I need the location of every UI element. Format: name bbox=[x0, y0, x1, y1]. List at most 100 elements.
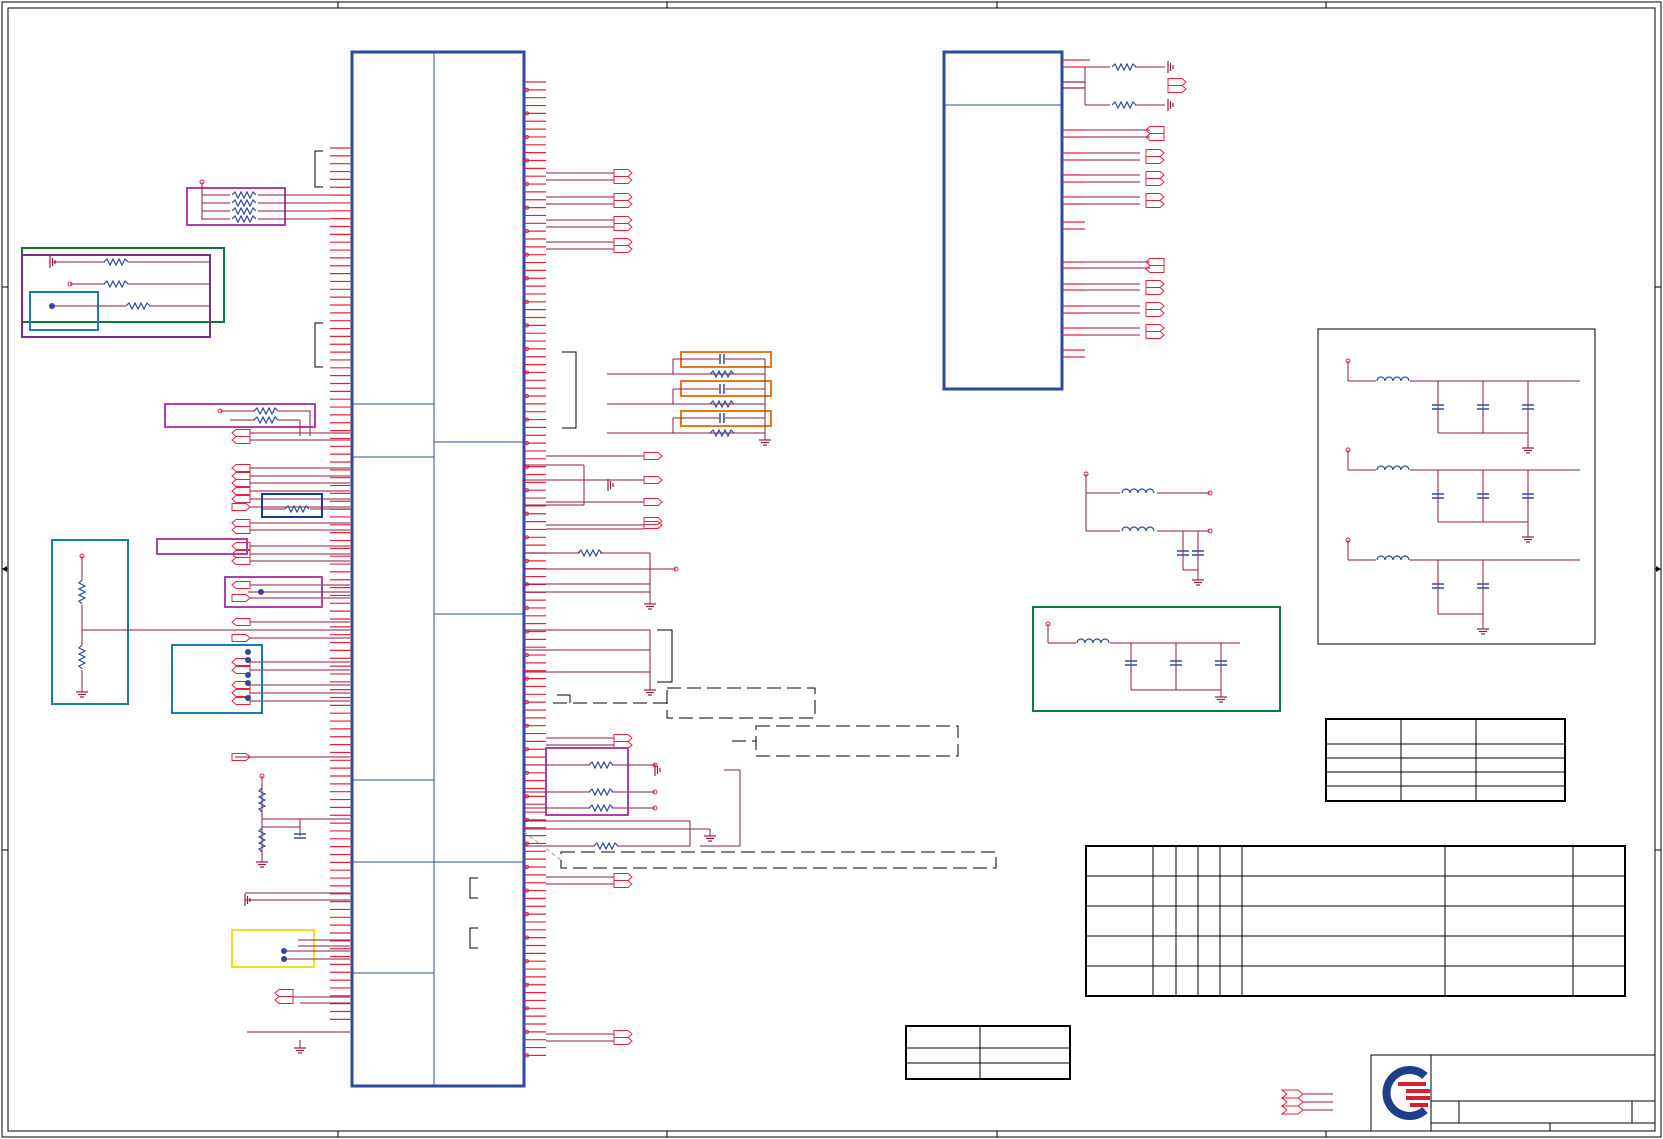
termination-resistors bbox=[524, 747, 661, 816]
offpage-connector bbox=[643, 452, 663, 460]
offpage-connector bbox=[1145, 280, 1165, 295]
power-filter-rows bbox=[1345, 358, 1580, 635]
ic-pin bbox=[524, 605, 546, 611]
ic-pin bbox=[524, 747, 546, 752]
lc-filter-row bbox=[1345, 447, 1580, 543]
resistor bbox=[231, 214, 257, 224]
lc-filter-row bbox=[1345, 358, 1580, 454]
offpage-connector bbox=[1145, 149, 1165, 164]
offpage-connector bbox=[613, 169, 633, 184]
revision-table-small bbox=[1325, 718, 1566, 802]
offpage-connector bbox=[231, 472, 251, 480]
capacitor bbox=[719, 413, 725, 423]
offpage-connector bbox=[643, 476, 663, 484]
resistor bbox=[1111, 100, 1137, 110]
ic-pin bbox=[524, 535, 546, 540]
ground-symbol bbox=[76, 691, 88, 698]
bypass-cap-group bbox=[607, 351, 772, 446]
resistor-array-group bbox=[186, 179, 330, 226]
lc-filter-row bbox=[1345, 537, 1580, 635]
resistor bbox=[577, 548, 603, 558]
offpage-connector bbox=[231, 503, 251, 511]
offpage-connector bbox=[613, 734, 633, 749]
company-logo bbox=[1382, 1066, 1430, 1120]
ic-pin bbox=[524, 464, 546, 469]
ic-pin bbox=[524, 1029, 546, 1034]
offpage-connector bbox=[274, 989, 294, 1004]
ground-symbol bbox=[256, 861, 268, 868]
resistor bbox=[588, 760, 614, 770]
power-filter-group bbox=[1032, 606, 1281, 712]
ground-symbol bbox=[644, 689, 656, 696]
lc-filter bbox=[1083, 471, 1213, 586]
offpage-connector bbox=[613, 238, 633, 253]
ic-pin bbox=[524, 723, 546, 728]
ic-pin bbox=[524, 441, 546, 446]
net-wires-right bbox=[524, 464, 741, 847]
capacitor bbox=[719, 354, 725, 364]
ic-pin bbox=[524, 323, 546, 328]
ic-pin bbox=[524, 935, 546, 940]
ic-pin bbox=[524, 252, 546, 257]
offpage-connector bbox=[1145, 171, 1165, 186]
resistor bbox=[231, 198, 257, 208]
ic-pin bbox=[524, 888, 546, 893]
offpage-connectors-bottom bbox=[1280, 1089, 1333, 1115]
schematic-canvas bbox=[1, 1, 1662, 1138]
offpage-connector bbox=[231, 429, 251, 444]
offpage-connector bbox=[643, 498, 663, 506]
ic-pin bbox=[524, 770, 546, 775]
ground-symbol bbox=[1215, 696, 1227, 703]
dnp-region bbox=[553, 687, 997, 869]
resistor bbox=[593, 841, 619, 851]
ic-pin bbox=[524, 488, 546, 493]
ic-pin bbox=[524, 864, 546, 870]
ic-pin bbox=[524, 912, 546, 917]
resistor bbox=[231, 190, 257, 200]
ic-pin bbox=[524, 346, 546, 351]
highlight-box bbox=[156, 538, 248, 555]
resistor bbox=[1111, 62, 1137, 72]
offpage-connector bbox=[1145, 193, 1165, 208]
jumper-net-group bbox=[171, 644, 263, 714]
net-wire bbox=[557, 694, 571, 703]
offpage-connector bbox=[231, 487, 251, 495]
offpage-connector bbox=[231, 634, 251, 642]
offpage-connector bbox=[231, 526, 251, 534]
u2-resistors bbox=[1062, 66, 1165, 106]
ic-pin bbox=[524, 959, 546, 964]
main-ic-u1 bbox=[350, 50, 526, 1088]
offpage-connector bbox=[1145, 258, 1165, 273]
resistor bbox=[588, 803, 614, 813]
ic-pin bbox=[524, 652, 546, 658]
resistor bbox=[77, 644, 87, 670]
offpage-connector bbox=[1167, 78, 1187, 93]
resistor bbox=[253, 406, 279, 416]
ground-symbol bbox=[644, 603, 656, 610]
offpage-connector bbox=[231, 557, 251, 565]
ic-pin bbox=[524, 676, 546, 681]
resistor bbox=[103, 279, 129, 289]
resistor bbox=[231, 206, 257, 216]
ic-pin bbox=[524, 87, 546, 92]
offpage-connector bbox=[613, 216, 633, 231]
ground-symbol bbox=[1167, 99, 1174, 111]
power-supply-filter-block bbox=[1317, 328, 1596, 645]
series-resistor bbox=[261, 493, 350, 518]
offpage-connector bbox=[613, 193, 633, 208]
ic-pin bbox=[524, 1006, 546, 1011]
ic-pin bbox=[524, 205, 546, 210]
ic-pin bbox=[524, 111, 546, 116]
inductor bbox=[1121, 526, 1155, 532]
resistor bbox=[77, 579, 87, 605]
ic-pin bbox=[524, 299, 546, 304]
ground-symbol bbox=[1192, 579, 1204, 586]
option-table-large bbox=[1085, 845, 1626, 997]
offpage-connector bbox=[231, 581, 251, 589]
ic-pin bbox=[524, 158, 546, 163]
ic-pin bbox=[524, 370, 546, 375]
ground-symbol bbox=[294, 1047, 306, 1054]
u1-left-pins bbox=[330, 147, 352, 1020]
ground-symbol bbox=[654, 764, 661, 776]
ic-pin bbox=[524, 181, 546, 187]
